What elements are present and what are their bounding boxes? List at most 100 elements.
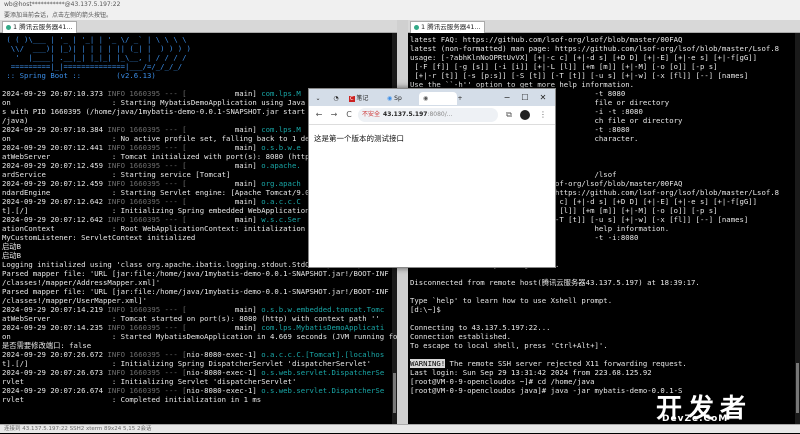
log-segment: on bbox=[2, 134, 112, 143]
log-segment: main] bbox=[186, 179, 262, 188]
browser-window[interactable]: ⌄ ◔ C 笔记 ◉ Sp ◉ + − ☐ ✕ ← → C 不安全 43.137.… bbox=[308, 88, 556, 268]
log-segment: : Initializing Spring embedded WebApplic… bbox=[111, 206, 341, 215]
globe-icon: ◉ bbox=[387, 95, 393, 102]
log-segment: main] bbox=[186, 215, 262, 224]
left-tab-bar: 1 腾讯云服务器41... bbox=[0, 20, 397, 33]
avatar[interactable] bbox=[520, 110, 530, 120]
log-segment: INFO 1660395 --- [ bbox=[107, 305, 187, 314]
reload-button[interactable]: C bbox=[343, 109, 355, 121]
spring-banner-line: =========|_|==============|___/=/_/_/_/ bbox=[2, 62, 183, 71]
tab-active[interactable]: ◉ bbox=[419, 92, 457, 105]
extensions-icon[interactable]: ⧉ bbox=[503, 109, 515, 121]
menu-icon[interactable]: ⋮ bbox=[537, 109, 549, 121]
log-line: /classes!/mapper/AddressMapper.xml]' bbox=[2, 278, 160, 287]
log-segment: rvlet bbox=[2, 377, 112, 386]
log-segment: nio-8080-exec-1] bbox=[186, 368, 262, 377]
log-line: on : No active profile set, falling back… bbox=[2, 134, 358, 143]
log-line: atWebServer : Tomcat started on port(s):… bbox=[2, 314, 380, 323]
forward-button[interactable]: → bbox=[328, 109, 340, 121]
warning-message: The remote SSH server rejected X11 forwa… bbox=[445, 359, 687, 368]
log-segment: main] bbox=[186, 89, 262, 98]
tab-menu-icon[interactable]: ⌄ bbox=[313, 92, 323, 105]
log-line: on : Starting MybatisDemoApplication usi… bbox=[2, 98, 358, 107]
log-line: ardService : Starting service [Tomcat] bbox=[2, 170, 230, 179]
left-tab-label: 1 腾讯云服务器41... bbox=[13, 23, 73, 31]
log-line: atWebServer : Tomcat initialized with po… bbox=[2, 152, 314, 161]
log-line: rvlet : Completed initialization in 1 ms bbox=[2, 395, 261, 404]
right-scrollbar[interactable] bbox=[795, 33, 800, 424]
terminal-line: To escape to local shell, press 'Ctrl+Al… bbox=[410, 341, 608, 350]
log-line: 2024-09-29 20:07:12.459 INFO 1660395 ---… bbox=[2, 161, 301, 170]
log-segment: Parsed mapper file: 'URL [jar:file:/home… bbox=[2, 269, 389, 278]
log-line: 2024-09-29 20:07:26.673 INFO 1660395 ---… bbox=[2, 368, 384, 377]
log-line: t].[/] : Initializing Spring embedded We… bbox=[2, 206, 340, 215]
log-line: 2024-09-29 20:07:10.373 INFO 1660395 ---… bbox=[2, 89, 301, 98]
connected-icon bbox=[414, 24, 419, 30]
log-segment: /classes!/mapper/AddressMapper.xml]' bbox=[2, 278, 161, 287]
log-segment: 2024-09-29 20:07:10.373 bbox=[2, 89, 108, 98]
browser-toolbar: ← → C 不安全 43.137.5.197:8080/... ⧉ ⋮ bbox=[309, 106, 555, 125]
site-watermark-logo: 开发者 DevZe.CoM bbox=[656, 388, 796, 426]
back-button[interactable]: ← bbox=[313, 109, 325, 121]
log-segment: s with PID 1660395 (/home/java/1mybatis-… bbox=[2, 107, 306, 116]
url-path: :8080/... bbox=[427, 111, 453, 118]
notes-icon: C bbox=[349, 96, 355, 102]
log-line: /classes!/mapper/UserMapper.xml]' bbox=[2, 296, 147, 305]
app-header: wb@host***********@43.137.5.197:22 要添加当前… bbox=[0, 0, 800, 21]
tab-notes[interactable]: C 笔记 bbox=[349, 92, 368, 105]
log-segment: : Tomcat initialized with port(s): 8080 … bbox=[111, 152, 314, 161]
tab-favicon-1[interactable]: ◔ bbox=[329, 92, 343, 105]
log-segment: 2024-09-29 20:07:12.642 bbox=[2, 197, 108, 206]
log-line: 2024-09-29 20:07:12.441 INFO 1660395 ---… bbox=[2, 143, 301, 152]
log-segment: 是否需要修改端口: false bbox=[2, 341, 92, 350]
log-segment: INFO 1660395 --- [ bbox=[107, 161, 187, 170]
log-segment: t].[/] bbox=[2, 359, 112, 368]
terminal-line: latest FAQ: https://github.com/lsof-org/… bbox=[410, 35, 683, 44]
log-segment: INFO 1660395 --- [ bbox=[107, 197, 187, 206]
log-segment: main] bbox=[186, 323, 262, 332]
terminal-line: [root@VM-0-9-opencloudos ~]# cd /home/ja… bbox=[410, 377, 595, 386]
log-segment: /classes!/mapper/UserMapper.xml]' bbox=[2, 296, 147, 305]
spring-banner-line: ' |____| .__|_| |_|_| |_\__, | / / / / bbox=[2, 53, 187, 62]
log-line: 2024-09-29 20:07:12.459 INFO 1660395 ---… bbox=[2, 179, 301, 188]
tab-spring[interactable]: ◉ Sp bbox=[387, 92, 402, 105]
log-segment: : Completed initialization in 1 ms bbox=[111, 395, 262, 404]
left-scroll-thumb[interactable] bbox=[393, 373, 396, 413]
log-segment: o.apache. bbox=[261, 161, 301, 170]
terminal-line: [d:\~]$ bbox=[410, 305, 441, 314]
spring-boot-version: :: Spring Boot :: (v2.6.13) bbox=[2, 71, 156, 80]
log-segment: main] bbox=[186, 197, 262, 206]
terminal-line: Last login: Sun Sep 29 13:31:42 2024 fro… bbox=[410, 368, 652, 377]
log-segment: on bbox=[2, 98, 112, 107]
log-segment: o.s.web.servlet.DispatcherSe bbox=[261, 386, 385, 395]
log-segment: INFO 1660395 --- [ bbox=[107, 386, 187, 395]
new-tab-button[interactable]: + bbox=[455, 92, 465, 105]
right-session-tab[interactable]: 1 腾讯云服务器41... bbox=[410, 21, 485, 33]
log-line: /java) bbox=[2, 116, 28, 125]
log-segment: o.a.c.c.C bbox=[261, 197, 301, 206]
log-line: Parsed mapper file: 'URL [jar:file:/home… bbox=[2, 269, 389, 278]
maximize-button[interactable]: ☐ bbox=[519, 92, 531, 103]
log-segment: INFO 1660395 --- [ bbox=[107, 89, 187, 98]
connected-icon bbox=[6, 24, 11, 30]
session-hint: 要添加当前会话，点击左侧的箭头按钮。 bbox=[4, 12, 113, 19]
page-text: 这是第一个版本的测试接口 bbox=[314, 134, 404, 143]
right-scroll-thumb[interactable] bbox=[796, 363, 799, 413]
log-segment: main] bbox=[186, 305, 262, 314]
terminal-line: Connection established. bbox=[410, 332, 512, 341]
log-segment: 2024-09-29 20:07:14.235 bbox=[2, 323, 108, 332]
log-segment: 2024-09-29 20:07:10.384 bbox=[2, 125, 108, 134]
left-session-tab[interactable]: 1 腾讯云服务器41... bbox=[2, 21, 77, 33]
log-line: 2024-09-29 20:07:10.384 INFO 1660395 ---… bbox=[2, 125, 301, 134]
close-button[interactable]: ✕ bbox=[537, 92, 549, 103]
terminal-line: [-F [f]] [-g [s]] [-i [i]] [+|-L [l]] [+… bbox=[410, 62, 718, 71]
log-segment: rvlet bbox=[2, 395, 112, 404]
log-segment: com.lps.M bbox=[261, 125, 301, 134]
log-segment: o.s.b.w.e bbox=[261, 143, 301, 152]
log-segment: MyCustomListener: ServletContext initial… bbox=[2, 233, 196, 242]
log-segment: : Starting Servlet engine: [Apache Tomca… bbox=[111, 188, 328, 197]
log-segment: ationContext bbox=[2, 224, 112, 233]
minimize-button[interactable]: − bbox=[501, 92, 513, 103]
session-path: wb@host***********@43.137.5.197:22 bbox=[4, 1, 121, 8]
address-bar[interactable]: 不安全 43.137.5.197:8080/... bbox=[358, 108, 498, 122]
